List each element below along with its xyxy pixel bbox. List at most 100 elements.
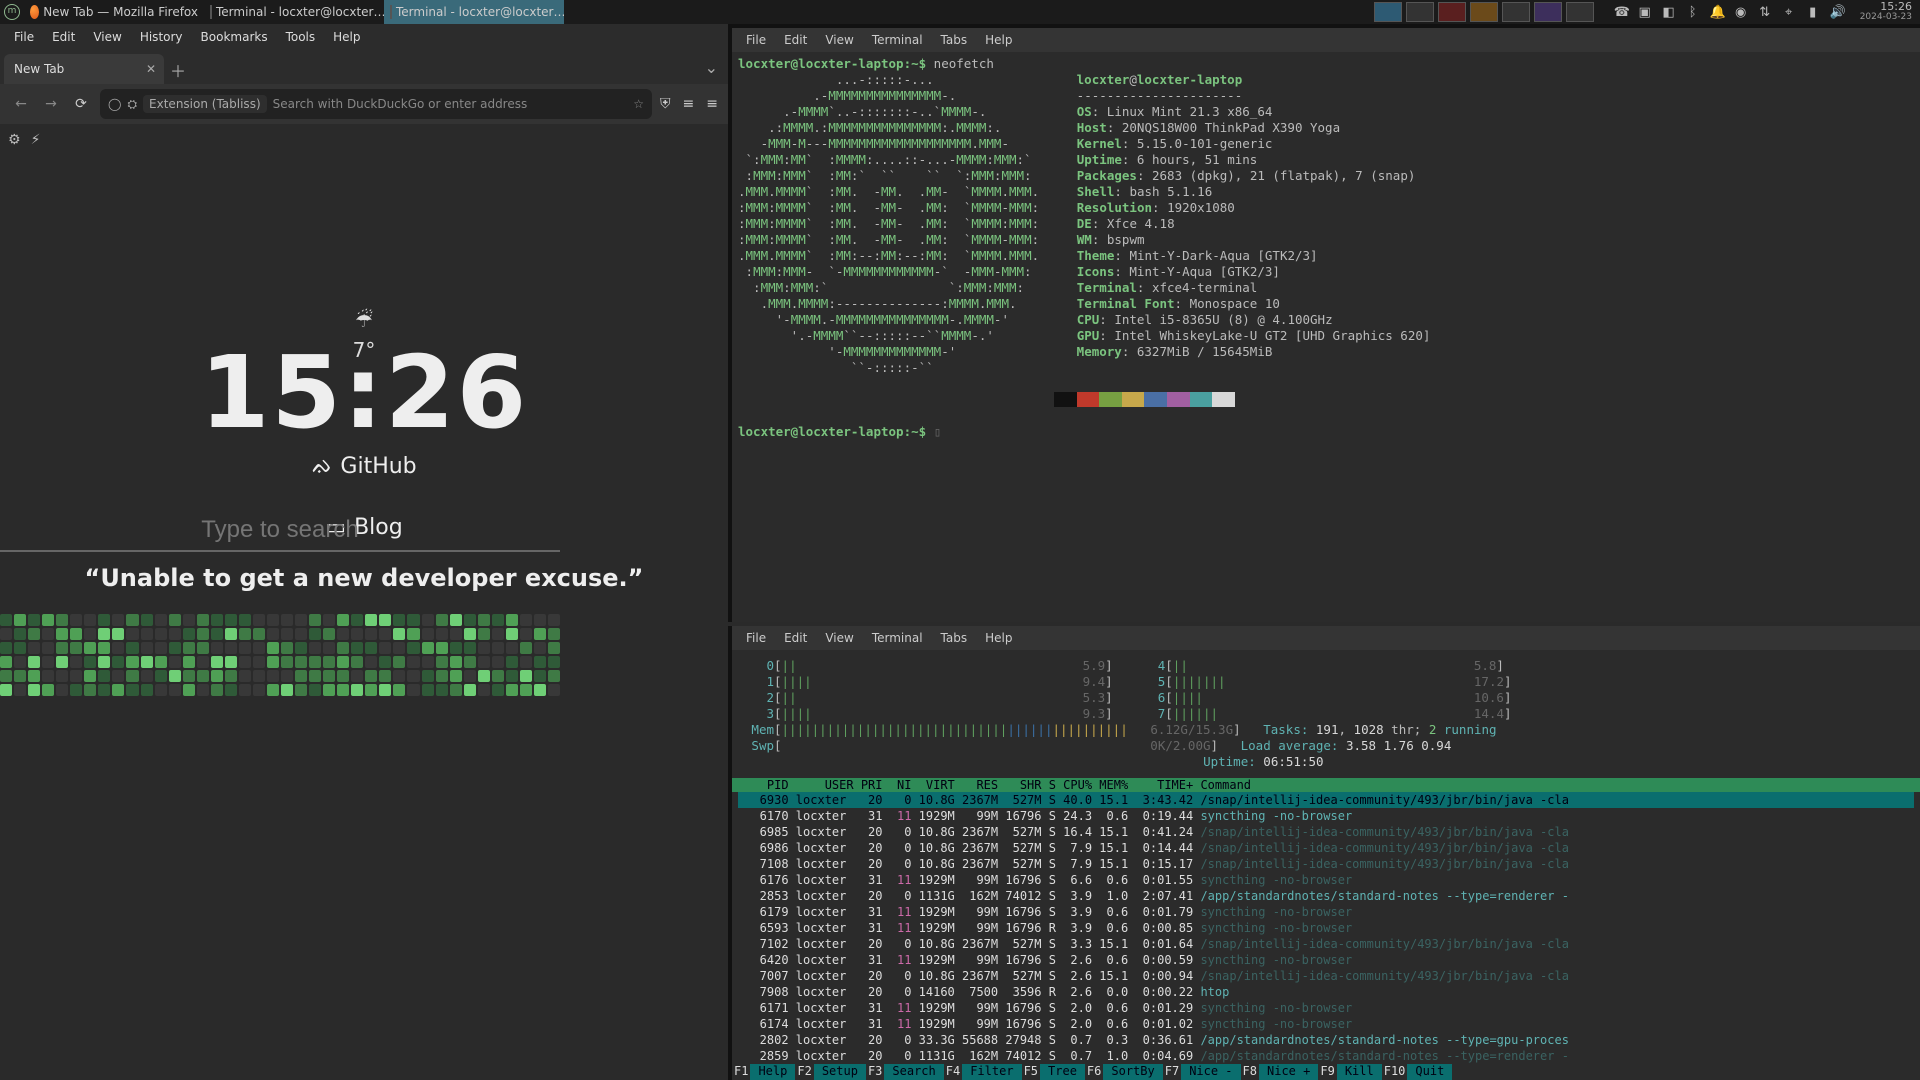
process-row[interactable]: 7108 locxter 20 0 10.8G 2367M 527M S 7.9… <box>738 856 1914 872</box>
back-button[interactable]: ← <box>10 96 32 112</box>
address-bar[interactable]: ◯ ⛭ Extension (Tabliss) Search with Duck… <box>100 89 652 119</box>
reload-button[interactable]: ⟳ <box>70 96 92 112</box>
grid-cell <box>239 684 251 696</box>
terminal-htop[interactable]: FileEditViewTerminalTabsHelp 0[|| 5.9] 4… <box>728 626 1920 1080</box>
grid-cell <box>379 656 391 668</box>
grid-cell <box>393 656 405 668</box>
menu-file[interactable]: File <box>6 28 42 46</box>
menu-edit[interactable]: Edit <box>776 31 815 49</box>
process-row[interactable]: 2853 locxter 20 0 1131G 162M 74012 S 3.9… <box>738 888 1914 904</box>
grid-cell <box>407 614 419 626</box>
tab-list-dropdown-icon[interactable]: ⌄ <box>705 58 718 77</box>
process-row[interactable]: 2802 locxter 20 0 33.3G 55688 27948 S 0.… <box>738 1032 1914 1048</box>
menu-tools[interactable]: Tools <box>278 28 324 46</box>
menu-view[interactable]: View <box>817 629 861 647</box>
whatsapp-icon[interactable]: ☎ <box>1614 5 1628 20</box>
process-row[interactable]: 7007 locxter 20 0 10.8G 2367M 527M S 2.6… <box>738 968 1914 984</box>
firefox-tab[interactable]: New Tab ✕ <box>4 54 164 84</box>
forward-button[interactable]: → <box>40 96 62 112</box>
battery-icon[interactable]: ▮ <box>1806 5 1820 20</box>
tabliss-search-input[interactable] <box>0 510 560 552</box>
menu-view[interactable]: View <box>85 28 129 46</box>
bookmark-star-icon[interactable]: ☆ <box>633 97 644 111</box>
process-row[interactable]: 6176 locxter 31 11 1929M 99M 16796 S 6.6… <box>738 872 1914 888</box>
taskbar-button[interactable]: New Tab — Mozilla Firefox <box>24 0 204 24</box>
grid-cell <box>464 628 476 640</box>
workspace-2[interactable] <box>1406 2 1434 22</box>
terminal-menubar: FileEditViewTerminalTabsHelp <box>732 626 1920 650</box>
process-row[interactable]: 6174 locxter 31 11 1929M 99M 16796 S 2.0… <box>738 1016 1914 1032</box>
theme-toggle-icon[interactable]: ⚡ <box>31 132 41 148</box>
grid-cell <box>197 656 209 668</box>
menu-edit[interactable]: Edit <box>44 28 83 46</box>
app-indicator-icon[interactable]: ◧ <box>1662 5 1676 20</box>
shield-icon[interactable]: ◯ <box>108 97 121 111</box>
menu-history[interactable]: History <box>132 28 191 46</box>
notifications-icon[interactable]: 🔔 <box>1710 5 1724 20</box>
workspace-switcher[interactable] <box>1374 2 1594 22</box>
grid-cell <box>197 642 209 654</box>
menu-terminal[interactable]: Terminal <box>864 629 931 647</box>
workspace-7[interactable] <box>1566 2 1594 22</box>
process-row[interactable]: 6930 locxter 20 0 10.8G 2367M 527M S 40.… <box>738 792 1914 808</box>
menu-view[interactable]: View <box>817 31 861 49</box>
htop-header-row[interactable]: PID USER PRI NI VIRT RES SHR S CPU% MEM%… <box>732 778 1920 792</box>
grid-cell <box>155 614 167 626</box>
process-row[interactable]: 6985 locxter 20 0 10.8G 2367M 527M S 16.… <box>738 824 1914 840</box>
menu-file[interactable]: File <box>738 31 774 49</box>
process-row[interactable]: 6420 locxter 31 11 1929M 99M 16796 S 2.6… <box>738 952 1914 968</box>
workspace-4[interactable] <box>1470 2 1498 22</box>
process-row[interactable]: 2859 locxter 20 0 1131G 162M 74012 S 0.7… <box>738 1048 1914 1064</box>
grid-cell <box>309 642 321 654</box>
close-tab-icon[interactable]: ✕ <box>146 62 156 76</box>
menu-edit[interactable]: Edit <box>776 629 815 647</box>
tracking-shield-icon[interactable]: ⛨ <box>660 96 671 112</box>
menu-file[interactable]: File <box>738 629 774 647</box>
github-link[interactable]: ᨁGitHub <box>311 454 416 479</box>
start-menu-button[interactable]: m <box>0 0 24 24</box>
process-row[interactable]: 7908 locxter 20 0 14160 7500 3596 R 2.6 … <box>738 984 1914 1000</box>
grid-cell <box>28 642 40 654</box>
menu-tabs[interactable]: Tabs <box>933 629 976 647</box>
panel-clock[interactable]: 15:26 2024-03-23 <box>1860 1 1912 23</box>
new-tab-button[interactable]: ＋ <box>164 56 192 84</box>
location-icon[interactable]: ⌖ <box>1782 5 1796 20</box>
menu-bookmarks[interactable]: Bookmarks <box>193 28 276 46</box>
workspace-5[interactable] <box>1502 2 1530 22</box>
process-row[interactable]: 6593 locxter 31 11 1929M 99M 16796 R 3.9… <box>738 920 1914 936</box>
hamburger-menu-icon[interactable]: ≡ <box>706 96 718 112</box>
process-row[interactable]: 6170 locxter 31 11 1929M 99M 16796 S 24.… <box>738 808 1914 824</box>
menu-help[interactable]: Help <box>325 28 368 46</box>
process-row[interactable]: 6179 locxter 31 11 1929M 99M 16796 S 3.9… <box>738 904 1914 920</box>
settings-gear-icon[interactable]: ⚙ <box>8 132 21 148</box>
reader-icon[interactable]: ≡ <box>683 96 695 112</box>
menu-help[interactable]: Help <box>977 31 1020 49</box>
menu-help[interactable]: Help <box>977 629 1020 647</box>
htop-process-list[interactable]: 6930 locxter 20 0 10.8G 2367M 527M S 40.… <box>732 792 1920 1064</box>
grid-cell <box>267 684 279 696</box>
grid-cell <box>548 684 560 696</box>
grid-cell <box>506 614 518 626</box>
workspace-6[interactable] <box>1534 2 1562 22</box>
shield-icon[interactable]: ◉ <box>1734 5 1748 20</box>
terminal-neofetch[interactable]: FileEditViewTerminalTabsHelp locxter@loc… <box>728 24 1920 622</box>
process-row[interactable]: 6986 locxter 20 0 10.8G 2367M 527M S 7.9… <box>738 840 1914 856</box>
process-row[interactable]: 7102 locxter 20 0 10.8G 2367M 527M S 3.3… <box>738 936 1914 952</box>
terminal-tray-icon[interactable]: ▣ <box>1638 5 1652 20</box>
taskbar-button[interactable]: Terminal - locxter@locxter… <box>384 0 564 24</box>
menu-tabs[interactable]: Tabs <box>933 31 976 49</box>
workspace-3[interactable] <box>1438 2 1466 22</box>
grid-cell <box>436 670 448 682</box>
bluetooth-icon[interactable]: ᛒ <box>1686 5 1700 20</box>
taskbar-button[interactable]: Terminal - locxter@locxter… <box>204 0 384 24</box>
volume-icon[interactable]: 🔊 <box>1830 5 1844 20</box>
menu-terminal[interactable]: Terminal <box>864 31 931 49</box>
grid-cell <box>28 670 40 682</box>
workspace-1[interactable] <box>1374 2 1402 22</box>
process-row[interactable]: 6171 locxter 31 11 1929M 99M 16796 S 2.0… <box>738 1000 1914 1016</box>
tabliss-clock: 15:26 <box>0 334 728 451</box>
network-icon[interactable]: ⇅ <box>1758 5 1772 20</box>
grid-cell <box>98 684 110 696</box>
grid-cell <box>351 684 363 696</box>
grid-cell <box>506 670 518 682</box>
